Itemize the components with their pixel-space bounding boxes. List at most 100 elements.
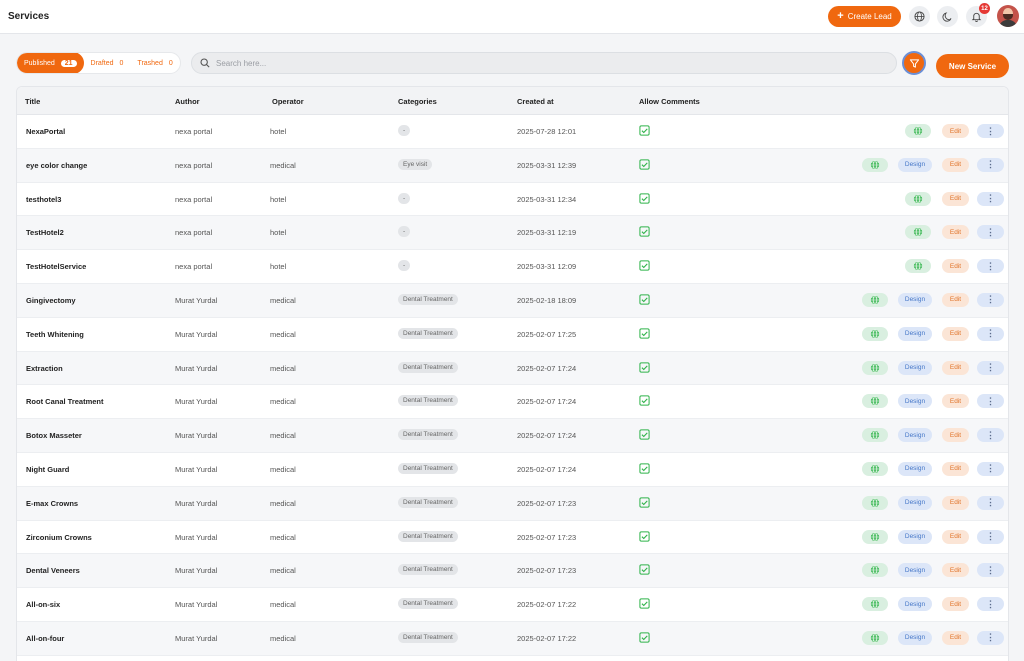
view-site-button[interactable] [905,259,931,274]
table-row[interactable]: Extraction Murat Yurdal medical Dental Trea… [17,351,1008,386]
more-actions-button[interactable]: ⋮ [977,563,1004,578]
service-title[interactable]: Dental Veneers [26,566,80,575]
more-actions-button[interactable]: ⋮ [977,157,1004,172]
service-title[interactable]: Zirconium Crowns [26,533,92,542]
service-title[interactable]: TestHotelService [26,262,86,271]
service-title[interactable]: Root Canal Treatment [26,397,104,406]
more-actions-button[interactable]: ⋮ [977,529,1004,544]
service-title[interactable]: TestHotel2 [26,228,64,237]
edit-button[interactable]: Edit [942,157,969,172]
service-title[interactable]: Extraction [26,364,63,373]
service-title[interactable]: eye color change [26,161,87,170]
notifications-button[interactable]: 12 [966,3,990,27]
column-header-created-at[interactable]: Created at [517,97,554,106]
table-row[interactable]: TestHotelService nexa portal hotel - 2025-03… [17,250,1008,284]
view-site-button[interactable] [862,563,888,578]
design-button[interactable]: Design [898,597,932,612]
tab-trashed[interactable]: Trashed 0 [130,53,179,73]
view-site-button[interactable] [905,191,931,206]
view-site-button[interactable] [862,495,888,510]
service-title[interactable]: Teeth Whitening [26,330,84,339]
view-site-button[interactable] [862,394,888,409]
more-actions-button[interactable]: ⋮ [977,225,1004,240]
more-actions-button[interactable]: ⋮ [977,394,1004,409]
table-row[interactable]: Zirconium Crowns Murat Yurdal medical Denta… [17,520,1008,555]
edit-button[interactable]: Edit [942,191,969,206]
view-site-button[interactable] [862,529,888,544]
theme-toggle-button[interactable] [937,6,958,27]
column-header-operator[interactable]: Operator [272,97,304,106]
service-title[interactable]: NexaPortal [26,127,65,136]
table-row[interactable]: Botox Masseter Murat Yurdal medical Dental … [17,419,1008,453]
more-actions-button[interactable]: ⋮ [977,259,1004,274]
service-title[interactable]: All-on-six [26,600,60,609]
search-input[interactable] [216,58,816,68]
service-title[interactable]: E-max Crowns [26,499,78,508]
design-button[interactable]: Design [898,428,932,443]
view-site-button[interactable] [905,124,931,138]
more-actions-button[interactable]: ⋮ [977,191,1004,206]
table-row[interactable]: All-on-four Murat Yurdal medical Dental Tre… [17,621,1008,656]
view-site-button[interactable] [862,461,888,476]
service-title[interactable]: Botox Masseter [26,431,82,440]
more-actions-button[interactable]: ⋮ [977,292,1004,307]
service-title[interactable]: Gingivectomy [26,296,76,305]
more-actions-button[interactable]: ⋮ [977,495,1004,510]
table-row[interactable]: Night Guard Murat Yurdal medical Dental Tre… [17,452,1008,487]
tab-published[interactable]: Published 21 [17,53,84,73]
design-button[interactable]: Design [898,326,932,341]
column-header-allow-comments[interactable]: Allow Comments [639,97,700,106]
table-row[interactable]: NexaPortal nexa portal hotel - 2025-07-28 12… [17,115,1008,149]
language-button[interactable] [909,6,930,27]
table-row[interactable]: TestHotel2 nexa portal hotel - 2025-03-31 12… [17,216,1008,251]
edit-button[interactable]: Edit [942,225,969,240]
edit-button[interactable]: Edit [942,360,969,375]
edit-button[interactable]: Edit [942,394,969,409]
more-actions-button[interactable]: ⋮ [977,630,1004,645]
table-row[interactable]: eye color change nexa portal medical Eye vi… [17,148,1008,183]
table-row[interactable]: Teeth Whitening Murat Yurdal medical Dental… [17,317,1008,352]
design-button[interactable]: Design [898,529,932,544]
design-button[interactable]: Design [898,461,932,476]
edit-button[interactable]: Edit [942,326,969,341]
edit-button[interactable]: Edit [942,124,969,138]
view-site-button[interactable] [862,157,888,172]
table-row[interactable]: All-on-six Murat Yurdal medical Dental Trea… [17,588,1008,622]
table-row[interactable]: Dental Veneers Murat Yurdal medical Dental … [17,554,1008,589]
view-site-button[interactable] [862,360,888,375]
service-title[interactable]: All-on-four [26,634,64,643]
column-header-title[interactable]: Title [25,97,40,106]
more-actions-button[interactable]: ⋮ [977,428,1004,443]
table-row[interactable]: Gingivectomy Murat Yurdal medical Dental Tr… [17,283,1008,318]
edit-button[interactable]: Edit [942,495,969,510]
tab-drafted[interactable]: Drafted 0 [84,53,131,73]
design-button[interactable]: Design [898,495,932,510]
more-actions-button[interactable]: ⋮ [977,124,1004,138]
table-row[interactable]: testhotel3 nexa portal hotel - 2025-03-31 12… [17,182,1008,217]
new-service-button[interactable]: New Service [936,54,1009,78]
view-site-button[interactable] [862,326,888,341]
design-button[interactable]: Design [898,394,932,409]
user-avatar[interactable] [997,5,1019,27]
edit-button[interactable]: Edit [942,259,969,274]
view-site-button[interactable] [862,428,888,443]
view-site-button[interactable] [905,225,931,240]
view-site-button[interactable] [862,597,888,612]
service-title[interactable]: Night Guard [26,465,69,474]
edit-button[interactable]: Edit [942,630,969,645]
view-site-button[interactable] [862,292,888,307]
edit-button[interactable]: Edit [942,428,969,443]
more-actions-button[interactable]: ⋮ [977,461,1004,476]
edit-button[interactable]: Edit [942,461,969,476]
more-actions-button[interactable]: ⋮ [977,326,1004,341]
column-header-author[interactable]: Author [175,97,200,106]
create-lead-button[interactable]: + Create Lead [828,6,901,27]
table-row[interactable]: E-max Crowns Murat Yurdal medical Dental Tr… [17,486,1008,521]
column-header-categories[interactable]: Categories [398,97,437,106]
design-button[interactable]: Design [898,360,932,375]
edit-button[interactable]: Edit [942,563,969,578]
design-button[interactable]: Design [898,292,932,307]
design-button[interactable]: Design [898,563,932,578]
filter-button[interactable] [902,51,926,75]
service-title[interactable]: testhotel3 [26,195,61,204]
